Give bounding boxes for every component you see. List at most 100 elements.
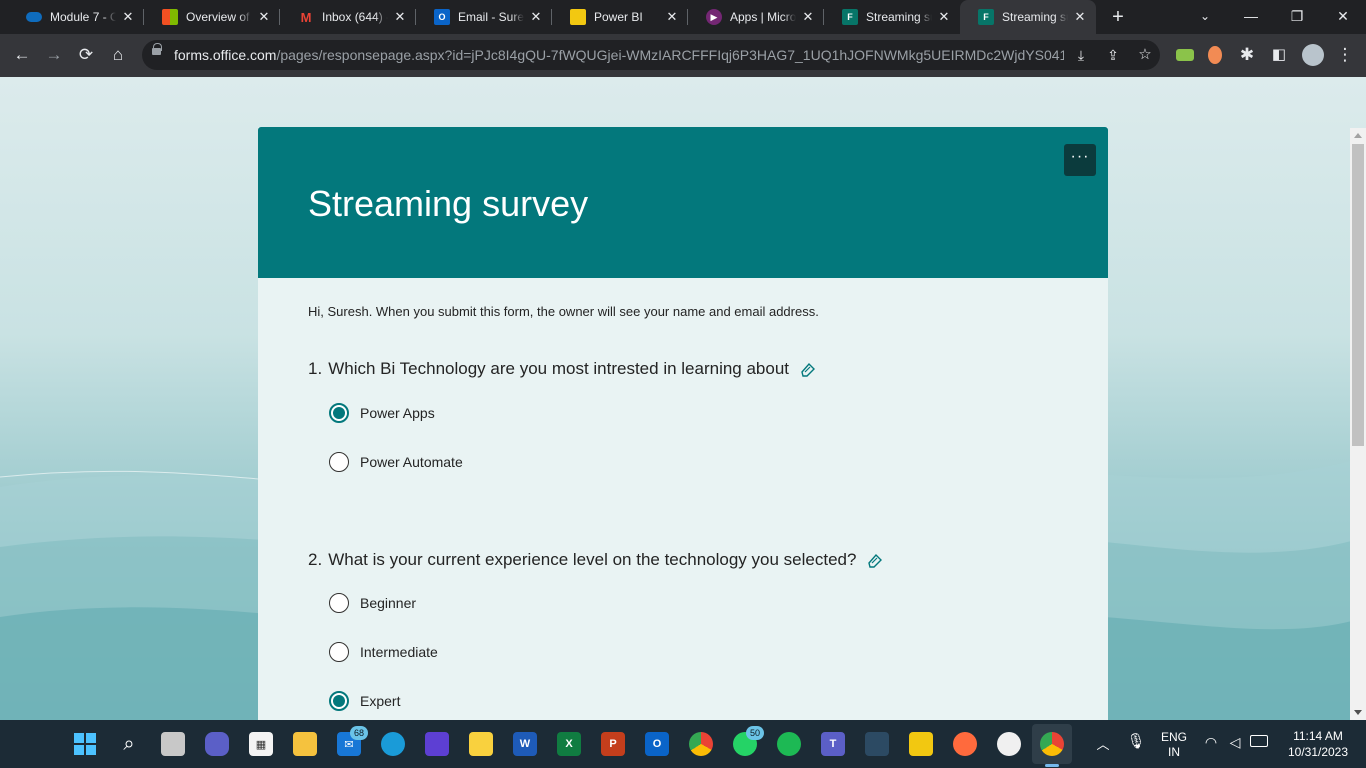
extension-icon[interactable] [1208, 46, 1222, 64]
radio-unselected[interactable] [329, 452, 349, 472]
tab-streaming-survey-2[interactable]: F Streaming su ✕ [960, 0, 1096, 34]
back-button[interactable]: ← [9, 42, 35, 68]
form-title: Streaming survey [308, 183, 589, 224]
option-power-apps[interactable]: Power Apps [329, 403, 435, 423]
reload-button[interactable]: ⟳ [73, 42, 99, 68]
menu-kebab-icon[interactable]: ⋮ [1332, 42, 1358, 68]
close-tab-icon[interactable]: ✕ [664, 9, 680, 25]
tab-strip: Module 7 - O ✕ Overview of t ✕ M Inbox (… [0, 0, 1366, 34]
forward-button[interactable]: → [41, 42, 67, 68]
close-tab-icon[interactable]: ✕ [392, 9, 408, 25]
close-window-button[interactable]: ✕ [1320, 0, 1366, 34]
puzzle-extensions-icon[interactable]: ✱ [1234, 42, 1260, 68]
language-label: ENG [1160, 730, 1187, 744]
meet-extension-icon[interactable] [1176, 49, 1194, 61]
url-path: /pages/responsepage.aspx?id=jPJc8I4gQU-7… [276, 47, 1064, 63]
question-1: 1. Which Bi Technology are you most intr… [308, 359, 817, 379]
input-language[interactable]: ENG IN [1158, 730, 1190, 760]
lock-icon[interactable] [152, 43, 162, 55]
edge-icon[interactable] [381, 732, 405, 756]
radio-unselected[interactable] [329, 593, 349, 613]
option-intermediate[interactable]: Intermediate [329, 642, 438, 662]
teams-icon[interactable]: T [821, 732, 845, 756]
page-scrollbar[interactable] [1350, 128, 1366, 720]
identity-notice: Hi, Suresh. When you submit this form, t… [308, 304, 819, 319]
install-app-icon[interactable]: ⤓ [1068, 42, 1094, 68]
bookmark-star-icon[interactable]: ☆ [1132, 42, 1158, 68]
option-label: Power Automate [360, 454, 463, 470]
close-tab-icon[interactable]: ✕ [1072, 9, 1088, 25]
radio-selected[interactable] [329, 403, 349, 423]
battery-icon[interactable] [1250, 735, 1268, 747]
teams-chat-icon[interactable] [205, 732, 229, 756]
chrome-active-icon[interactable] [1040, 732, 1064, 756]
postman-icon[interactable] [953, 732, 977, 756]
tab-streaming-survey-1[interactable]: F Streaming su ✕ [824, 0, 960, 34]
option-beginner[interactable]: Beginner [329, 593, 416, 613]
new-tab-button[interactable]: + [1106, 5, 1130, 29]
question-text: What is your current experience level on… [328, 550, 857, 569]
powerbi-icon [570, 9, 586, 25]
option-label: Intermediate [360, 644, 438, 660]
spotify-icon[interactable] [777, 732, 801, 756]
mic-muted-icon[interactable]: 🎙 [1126, 732, 1146, 750]
tab-apps[interactable]: ▶ Apps | Micro ✕ [688, 0, 824, 34]
excel-icon[interactable]: X [557, 732, 581, 756]
tab-title: Module 7 - O [50, 10, 116, 24]
tab-email[interactable]: O Email - Suresh ✕ [416, 0, 552, 34]
url-text[interactable]: forms.office.com/pages/responsepage.aspx… [174, 47, 1064, 63]
close-tab-icon[interactable]: ✕ [120, 9, 136, 25]
word-icon[interactable]: W [513, 732, 537, 756]
powerbi-icon[interactable] [909, 732, 933, 756]
region-label: IN [1168, 745, 1180, 759]
close-tab-icon[interactable]: ✕ [800, 9, 816, 25]
file-explorer-icon[interactable] [293, 732, 317, 756]
minimize-button[interactable]: — [1228, 0, 1274, 34]
search-icon[interactable]: ⌕ [117, 732, 141, 756]
clock-date: 10/31/2023 [1287, 745, 1349, 759]
profile-avatar[interactable] [1302, 44, 1324, 66]
tab-search-icon[interactable]: ⌄ [1182, 0, 1228, 34]
scrollbar-thumb[interactable] [1352, 144, 1364, 446]
home-button[interactable]: ⌂ [105, 42, 131, 68]
github-icon[interactable] [997, 732, 1021, 756]
address-bar[interactable]: forms.office.com/pages/responsepage.aspx… [142, 40, 1160, 70]
sticky-notes-icon[interactable] [469, 732, 493, 756]
tab-inbox[interactable]: M Inbox (644) - ✕ [280, 0, 416, 34]
remote-desktop-icon[interactable] [865, 732, 889, 756]
chrome-icon[interactable] [689, 732, 713, 756]
clock[interactable]: 11:14 AM 10/31/2023 [1280, 728, 1356, 760]
option-power-automate[interactable]: Power Automate [329, 452, 463, 472]
outlook-icon[interactable]: O [645, 732, 669, 756]
option-expert[interactable]: Expert [329, 691, 400, 711]
close-tab-icon[interactable]: ✕ [256, 9, 272, 25]
start-windows-icon[interactable] [73, 732, 97, 756]
close-tab-icon[interactable]: ✕ [936, 9, 952, 25]
tab-overview[interactable]: Overview of t ✕ [144, 0, 280, 34]
side-panel-icon[interactable]: ◧ [1266, 42, 1292, 68]
scroll-down-arrow[interactable] [1354, 710, 1362, 715]
tab-title: Apps | Micro [730, 10, 796, 24]
power-automate-icon[interactable] [425, 732, 449, 756]
more-options-button[interactable]: ··· [1064, 144, 1096, 176]
microsoft-logo-icon [162, 9, 178, 25]
page-viewport: Streaming survey ··· Hi, Suresh. When yo… [0, 77, 1366, 720]
share-icon[interactable]: ⇪ [1100, 42, 1126, 68]
scroll-up-arrow[interactable] [1354, 133, 1362, 138]
microsoft-store-icon[interactable]: ▦ [249, 732, 273, 756]
power-apps-icon: ▶ [706, 9, 722, 25]
radio-unselected[interactable] [329, 642, 349, 662]
powerpoint-icon[interactable]: P [601, 732, 625, 756]
read-aloud-icon[interactable] [799, 360, 817, 378]
tab-power-bi[interactable]: Power BI ✕ [552, 0, 688, 34]
restore-button[interactable]: ❐ [1274, 0, 1320, 34]
task-view-icon[interactable] [161, 732, 185, 756]
volume-icon[interactable]: ◁ [1226, 734, 1244, 751]
read-aloud-icon[interactable] [866, 551, 884, 569]
radio-selected[interactable] [329, 691, 349, 711]
option-label: Expert [360, 693, 401, 709]
chevron-up-icon[interactable]: ︿ [1094, 734, 1112, 753]
close-tab-icon[interactable]: ✕ [528, 9, 544, 25]
tab-module-7[interactable]: Module 7 - O ✕ [8, 0, 144, 34]
wifi-icon[interactable]: ◠ [1202, 734, 1220, 751]
